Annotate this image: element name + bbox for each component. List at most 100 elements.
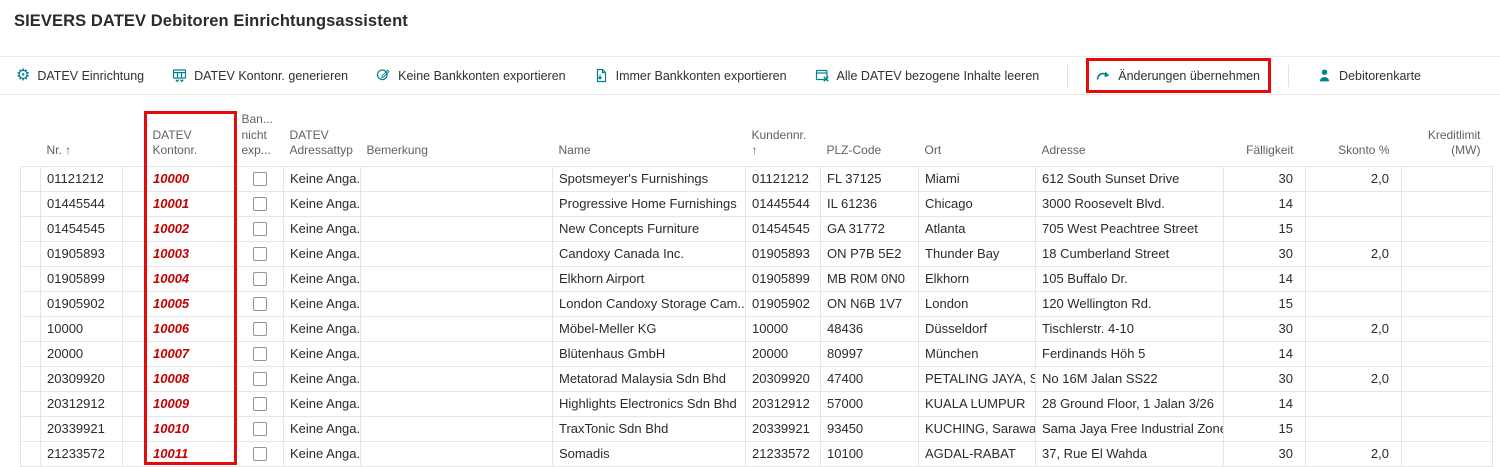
cell-faelligkeit[interactable]: 30 (1224, 241, 1306, 266)
cell-ort[interactable]: München (919, 341, 1036, 366)
cell-plz-code[interactable]: 57000 (821, 391, 919, 416)
cell-name[interactable]: TraxTonic Sdn Bhd (553, 416, 746, 441)
row-selector[interactable] (21, 191, 41, 216)
cell-nr[interactable]: 01454545 (41, 216, 123, 241)
cell-nr[interactable]: 20000 (41, 341, 123, 366)
row-selector[interactable] (21, 366, 41, 391)
cell-datev-adressattyp[interactable]: Keine Anga... (284, 191, 361, 216)
bank-nicht-exportieren-checkbox[interactable] (253, 397, 267, 411)
cell-datev-kontonr[interactable]: 10007 (147, 341, 236, 366)
cell-datev-adressattyp[interactable]: Keine Anga... (284, 391, 361, 416)
cell-skonto[interactable] (1306, 291, 1402, 316)
cell-nr[interactable]: 20309920 (41, 366, 123, 391)
cell-datev-kontonr[interactable]: 10010 (147, 416, 236, 441)
column-header-skonto[interactable]: Skonto % (1306, 112, 1402, 166)
cell-bemerkung[interactable] (361, 416, 553, 441)
cell-kreditlimit[interactable] (1402, 416, 1493, 441)
cell-ort[interactable]: Elkhorn (919, 266, 1036, 291)
cell-skonto[interactable]: 2,0 (1306, 166, 1402, 191)
cell-plz-code[interactable]: 93450 (821, 416, 919, 441)
cell-plz-code[interactable]: 47400 (821, 366, 919, 391)
cell-kreditlimit[interactable] (1402, 166, 1493, 191)
column-header-plz-code[interactable]: PLZ-Code (821, 112, 919, 166)
cell-bemerkung[interactable] (361, 216, 553, 241)
row-selector[interactable] (21, 266, 41, 291)
cell-name[interactable]: London Candoxy Storage Cam... (553, 291, 746, 316)
cell-datev-kontonr[interactable]: 10005 (147, 291, 236, 316)
cell-ort[interactable]: Thunder Bay (919, 241, 1036, 266)
cell-datev-adressattyp[interactable]: Keine Anga... (284, 166, 361, 191)
cell-nr[interactable]: 10000 (41, 316, 123, 341)
cell-bemerkung[interactable] (361, 266, 553, 291)
cell-adresse[interactable]: 18 Cumberland Street (1036, 241, 1224, 266)
column-header-name[interactable]: Name (553, 112, 746, 166)
cell-kreditlimit[interactable] (1402, 341, 1493, 366)
bank-nicht-exportieren-checkbox[interactable] (253, 322, 267, 336)
cell-skonto[interactable] (1306, 216, 1402, 241)
cell-skonto[interactable]: 2,0 (1306, 366, 1402, 391)
cell-datev-kontonr[interactable]: 10001 (147, 191, 236, 216)
cell-faelligkeit[interactable]: 30 (1224, 316, 1306, 341)
row-selector[interactable] (21, 241, 41, 266)
row-selector[interactable] (21, 216, 41, 241)
cell-faelligkeit[interactable]: 15 (1224, 416, 1306, 441)
cell-adresse[interactable]: 37, Rue El Wahda (1036, 441, 1224, 466)
bank-nicht-exportieren-checkbox[interactable] (253, 222, 267, 236)
cell-kreditlimit[interactable] (1402, 441, 1493, 466)
cell-nr[interactable]: 20312912 (41, 391, 123, 416)
cell-faelligkeit[interactable]: 14 (1224, 191, 1306, 216)
cell-adresse[interactable]: 105 Buffalo Dr. (1036, 266, 1224, 291)
cell-ort[interactable]: PETALING JAYA, S... (919, 366, 1036, 391)
bank-nicht-exportieren-checkbox[interactable] (253, 197, 267, 211)
cell-faelligkeit[interactable]: 14 (1224, 266, 1306, 291)
cell-skonto[interactable] (1306, 341, 1402, 366)
cell-kundennr[interactable]: 01905899 (746, 266, 821, 291)
cell-kundennr[interactable]: 20339921 (746, 416, 821, 441)
cell-nr[interactable]: 21233572 (41, 441, 123, 466)
cell-adresse[interactable]: 3000 Roosevelt Blvd. (1036, 191, 1224, 216)
cell-datev-adressattyp[interactable]: Keine Anga... (284, 341, 361, 366)
cell-nr[interactable]: 20339921 (41, 416, 123, 441)
cell-kreditlimit[interactable] (1402, 366, 1493, 391)
cell-name[interactable]: Highlights Electronics Sdn Bhd (553, 391, 746, 416)
cell-name[interactable]: Candoxy Canada Inc. (553, 241, 746, 266)
cell-kundennr[interactable]: 01905893 (746, 241, 821, 266)
cell-ort[interactable]: KUCHING, Sarawak (919, 416, 1036, 441)
cell-name[interactable]: Elkhorn Airport (553, 266, 746, 291)
cell-kreditlimit[interactable] (1402, 216, 1493, 241)
cell-adresse[interactable]: 28 Ground Floor, 1 Jalan 3/26 (1036, 391, 1224, 416)
cell-skonto[interactable]: 2,0 (1306, 241, 1402, 266)
cell-kundennr[interactable]: 01121212 (746, 166, 821, 191)
cell-name[interactable]: Möbel-Meller KG (553, 316, 746, 341)
cell-bemerkung[interactable] (361, 291, 553, 316)
row-selector[interactable] (21, 166, 41, 191)
cell-name[interactable]: Blütenhaus GmbH (553, 341, 746, 366)
bank-nicht-exportieren-checkbox[interactable] (253, 297, 267, 311)
cell-skonto[interactable] (1306, 391, 1402, 416)
cell-kundennr[interactable]: 21233572 (746, 441, 821, 466)
cell-kundennr[interactable]: 20309920 (746, 366, 821, 391)
bank-nicht-exportieren-checkbox[interactable] (253, 347, 267, 361)
column-header-kreditlimit[interactable]: Kreditlimit (MW) (1402, 112, 1493, 166)
cell-plz-code[interactable]: GA 31772 (821, 216, 919, 241)
cell-kundennr[interactable]: 20312912 (746, 391, 821, 416)
cell-faelligkeit[interactable]: 30 (1224, 441, 1306, 466)
cell-bemerkung[interactable] (361, 341, 553, 366)
cell-skonto[interactable] (1306, 416, 1402, 441)
cell-name[interactable]: Metatorad Malaysia Sdn Bhd (553, 366, 746, 391)
bank-nicht-exportieren-checkbox[interactable] (253, 422, 267, 436)
toolbar-item-debitorenkarte[interactable]: Debitorenkarte (1317, 68, 1421, 83)
cell-kreditlimit[interactable] (1402, 266, 1493, 291)
cell-datev-kontonr[interactable]: 10006 (147, 316, 236, 341)
cell-faelligkeit[interactable]: 15 (1224, 291, 1306, 316)
toolbar-item-keine-bankkonten-exportieren[interactable]: Keine Bankkonten exportieren (376, 68, 565, 83)
row-selector[interactable] (21, 291, 41, 316)
cell-plz-code[interactable]: 10100 (821, 441, 919, 466)
column-header-ort[interactable]: Ort (919, 112, 1036, 166)
cell-bemerkung[interactable] (361, 441, 553, 466)
cell-datev-kontonr[interactable]: 10004 (147, 266, 236, 291)
column-header-adresse[interactable]: Adresse (1036, 112, 1224, 166)
cell-nr[interactable]: 01905902 (41, 291, 123, 316)
cell-name[interactable]: Spotsmeyer's Furnishings (553, 166, 746, 191)
cell-kundennr[interactable]: 01905902 (746, 291, 821, 316)
